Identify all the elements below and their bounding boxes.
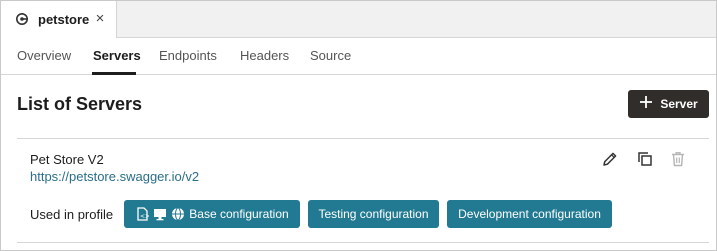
api-icon <box>15 12 29 26</box>
duplicate-icon[interactable] <box>636 150 654 168</box>
tab-headers[interactable]: Headers <box>240 48 289 63</box>
page-title: List of Servers <box>17 94 143 114</box>
profile-chip-label: Base configuration <box>189 207 289 221</box>
svg-text:<>: <> <box>140 213 149 220</box>
document-tab-strip: petstore × <box>1 1 716 38</box>
tab-endpoints[interactable]: Endpoints <box>159 48 217 63</box>
server-url-link[interactable]: https://petstore.swagger.io/v2 <box>30 169 199 184</box>
profile-chip-base[interactable]: <> Base configuration <box>124 200 300 228</box>
delete-icon[interactable] <box>669 150 687 168</box>
server-name: Pet Store V2 <box>30 152 104 167</box>
active-tab-indicator <box>92 72 136 75</box>
add-server-label: Server <box>660 97 698 111</box>
tab-source[interactable]: Source <box>310 48 351 63</box>
profile-chip-testing[interactable]: Testing configuration <box>308 200 439 228</box>
section-tabs: Overview Servers Endpoints Headers Sourc… <box>1 38 716 75</box>
used-in-profile-label: Used in profile <box>30 207 114 222</box>
editor-frame: petstore × Overview Servers Endpoints He… <box>0 0 717 251</box>
profile-chip-label: Testing configuration <box>318 207 429 221</box>
tab-servers[interactable]: Servers <box>93 48 141 63</box>
tab-overview[interactable]: Overview <box>17 48 71 63</box>
close-icon[interactable]: × <box>92 10 108 28</box>
monitor-icon <box>153 207 167 221</box>
edit-icon[interactable] <box>601 150 619 168</box>
divider <box>17 138 709 139</box>
profile-chip-label: Development configuration <box>458 207 601 221</box>
document-tab-petstore[interactable]: petstore × <box>1 1 117 38</box>
profile-chip-development[interactable]: Development configuration <box>447 200 612 228</box>
plus-icon <box>639 93 653 113</box>
divider <box>17 242 709 243</box>
document-tab-label: petstore <box>38 12 90 27</box>
globe-icon <box>171 207 185 221</box>
document-icon: <> <box>135 207 150 221</box>
add-server-button[interactable]: Server <box>628 90 709 118</box>
